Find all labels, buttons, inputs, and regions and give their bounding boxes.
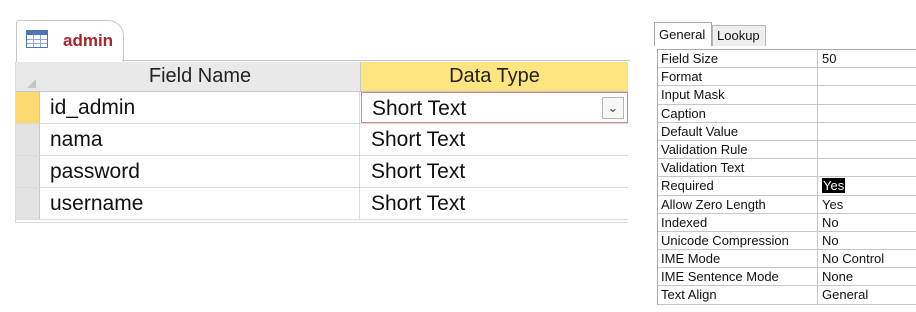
property-row[interactable]: Default Value (658, 122, 916, 141)
tab-general[interactable]: General (654, 22, 712, 46)
property-value[interactable]: General (819, 286, 916, 303)
property-label: Allow Zero Length (658, 195, 818, 213)
property-label: IME Mode (658, 250, 818, 268)
table-row[interactable]: password Short Text (16, 156, 628, 188)
property-value[interactable]: No (819, 232, 916, 249)
property-value[interactable]: None (819, 268, 916, 285)
property-row[interactable]: IME Sentence Mode None (658, 268, 916, 287)
column-header-data-type[interactable]: Data Type (361, 62, 628, 91)
property-row[interactable]: Field Size 50 (658, 50, 916, 69)
row-selector[interactable] (16, 188, 40, 219)
property-value[interactable] (819, 123, 916, 140)
property-row[interactable]: Text Align General (658, 286, 916, 305)
property-label: Validation Rule (658, 140, 818, 159)
property-row[interactable]: Allow Zero Length Yes (658, 195, 916, 214)
property-value[interactable] (819, 105, 916, 122)
row-selector[interactable] (16, 92, 40, 123)
table-row[interactable]: nama Short Text (16, 124, 628, 156)
table-icon (26, 30, 48, 48)
data-type-cell[interactable]: Short Text ⌄ (361, 92, 628, 123)
property-label: Text Align (658, 286, 818, 304)
property-label: Unicode Compression (658, 231, 818, 250)
property-label: Input Mask (658, 86, 818, 104)
property-row[interactable]: Format (658, 68, 916, 87)
property-row[interactable]: Input Mask (658, 86, 916, 105)
property-label: Required (658, 177, 818, 195)
property-label: Field Size (658, 50, 818, 68)
tab-lookup[interactable]: Lookup (712, 25, 766, 46)
property-value[interactable] (819, 159, 916, 176)
field-grid: Field Name Data Type id_admin Short Text… (16, 62, 628, 220)
chevron-down-icon[interactable]: ⌄ (602, 97, 624, 119)
data-type-cell[interactable]: Short Text (361, 156, 628, 187)
select-all-corner[interactable] (16, 62, 39, 91)
property-sheet: Field Size 50 Format Input Mask Caption D… (657, 49, 916, 305)
table-row[interactable]: username Short Text (16, 188, 628, 220)
property-label: Default Value (658, 122, 818, 140)
row-selector[interactable] (16, 156, 40, 187)
property-label: IME Sentence Mode (658, 268, 818, 286)
property-value[interactable] (819, 68, 916, 85)
property-value[interactable] (819, 141, 916, 158)
property-row[interactable]: Caption (658, 104, 916, 123)
table-tab-title: admin (63, 31, 114, 50)
property-value[interactable]: 50 (819, 50, 916, 67)
field-properties-pane: General Lookup Field Size 50 Format Input… (652, 0, 916, 312)
property-value[interactable]: Yes (819, 177, 916, 194)
property-row[interactable]: Validation Rule (658, 140, 916, 160)
property-value[interactable] (819, 86, 916, 103)
grid-header-row: Field Name Data Type (16, 62, 628, 92)
property-value[interactable]: No (819, 214, 916, 231)
required-value-selected: Yes (822, 178, 846, 194)
field-name-cell[interactable]: nama (40, 124, 360, 155)
table-row[interactable]: id_admin Short Text ⌄ (16, 92, 628, 124)
data-type-cell[interactable]: Short Text (361, 188, 628, 219)
property-row[interactable]: Unicode Compression No (658, 231, 916, 251)
property-row[interactable]: Indexed No (658, 213, 916, 232)
field-name-cell[interactable]: id_admin (40, 92, 360, 123)
tab-divider (122, 60, 630, 61)
field-name-cell[interactable]: username (40, 188, 360, 219)
property-label: Caption (658, 104, 818, 122)
property-row[interactable]: IME Mode No Control (658, 250, 916, 269)
property-label: Validation Text (658, 159, 818, 177)
column-header-field-name[interactable]: Field Name (40, 62, 361, 91)
field-name-cell[interactable]: password (40, 156, 360, 187)
property-value[interactable]: No Control (819, 250, 916, 267)
row-selector[interactable] (16, 124, 40, 155)
property-row[interactable]: Validation Text (658, 159, 916, 178)
table-design-view: admin Field Name Data Type id_admin Shor… (0, 0, 640, 312)
property-row[interactable]: Required Yes (658, 177, 916, 196)
data-type-cell[interactable]: Short Text (361, 124, 628, 155)
property-label: Indexed (658, 213, 818, 231)
property-label: Format (658, 68, 818, 86)
data-type-value: Short Text (372, 97, 467, 120)
table-tab[interactable]: admin (16, 20, 124, 62)
property-value[interactable]: Yes (819, 196, 916, 213)
